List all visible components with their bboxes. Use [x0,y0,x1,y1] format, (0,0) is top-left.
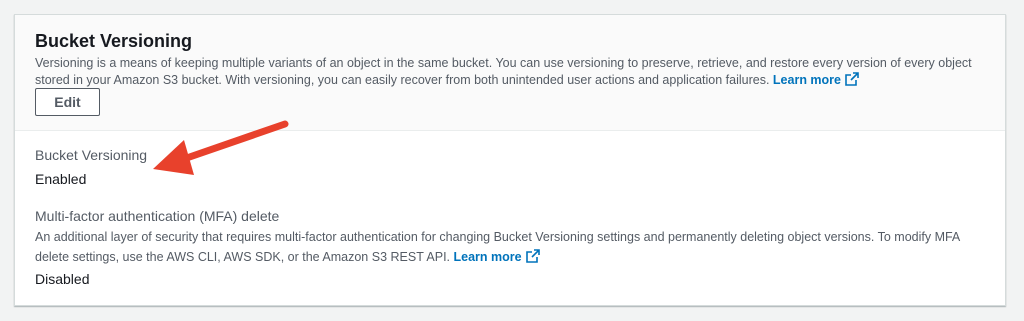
mfa-learn-more-link[interactable]: Learn more [453,249,540,264]
mfa-delete-description: An additional layer of security that req… [35,227,995,267]
section-description: Versioning is a means of keeping multipl… [35,55,995,89]
mfa-delete-label: Multi-factor authentication (MFA) delete [35,208,280,224]
external-link-icon [845,72,859,86]
versioning-label: Bucket Versioning [35,147,148,163]
section-title: Bucket Versioning [35,31,193,51]
learn-more-link[interactable]: Learn more [772,72,859,87]
bucket-versioning-panel: Bucket Versioning Versioning is a means … [14,14,1006,306]
mfa-learn-more-label: Learn more [453,250,522,264]
external-link-icon [525,249,540,263]
edit-button[interactable]: Edit [35,88,100,116]
learn-more-label: Learn more [772,73,842,87]
versioning-status: Enabled [35,171,87,187]
panel-header: Bucket Versioning Versioning is a means … [15,15,1005,131]
mfa-delete-status: Disabled [35,271,90,287]
